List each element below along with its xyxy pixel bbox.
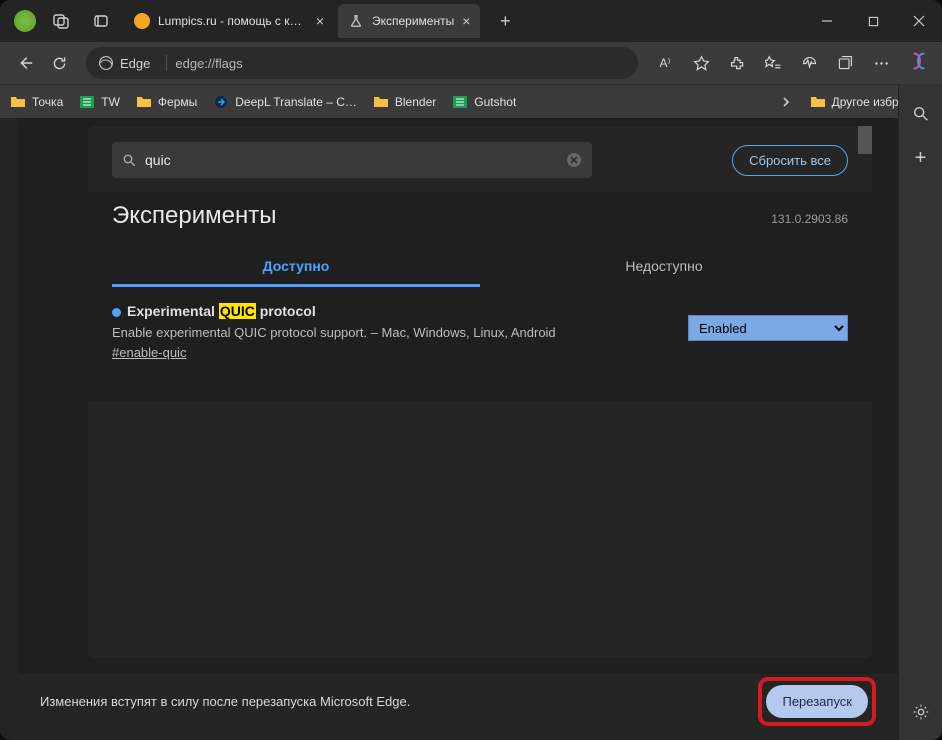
bookmark-item[interactable]: TW (79, 94, 120, 110)
titlebar: Lumpics.ru - помощь с компьюте × Экспери… (0, 0, 942, 42)
tab-label: Эксперименты (372, 14, 454, 28)
flag-description: Enable experimental QUIC protocol suppor… (112, 324, 668, 342)
clear-icon[interactable] (566, 152, 582, 168)
tab-lumpics[interactable]: Lumpics.ru - помощь с компьюте × (124, 4, 334, 38)
close-window-button[interactable] (896, 0, 942, 42)
edge-icon (98, 55, 114, 71)
restart-footer: Изменения вступят в силу после перезапус… (18, 674, 898, 728)
bookmark-item[interactable]: Фермы (136, 94, 197, 110)
window-controls (804, 0, 942, 42)
highlight: QUIC (219, 303, 256, 319)
tab-experiments[interactable]: Эксперименты × (338, 4, 480, 38)
close-icon[interactable]: × (462, 13, 470, 29)
address-brand: Edge (120, 56, 150, 71)
menu-button[interactable] (864, 46, 898, 80)
highlight-box: Перезапуск (758, 677, 876, 726)
page-content: Сбросить все Эксперименты 131.0.2903.86 … (18, 118, 898, 728)
bookmark-item[interactable]: DeepL Translate – C… (213, 94, 357, 110)
tab-actions-icon[interactable] (86, 6, 116, 36)
new-tab-button[interactable]: + (490, 6, 520, 36)
separator (166, 55, 167, 71)
search-box[interactable] (112, 142, 592, 178)
address-bar[interactable]: Edge edge://flags (86, 47, 638, 79)
search-icon (122, 153, 137, 168)
sidebar: + (898, 84, 942, 740)
page-title: Эксперименты (112, 202, 276, 230)
tab-unavailable[interactable]: Недоступно (480, 248, 848, 287)
tab-available[interactable]: Доступно (112, 248, 480, 287)
favorite-button[interactable] (684, 46, 718, 80)
profile-avatar[interactable] (14, 10, 36, 32)
modified-dot-icon (112, 308, 121, 317)
minimize-button[interactable] (804, 0, 850, 42)
read-aloud-button[interactable]: A⁾ (648, 46, 682, 80)
flags-panel: Сбросить все Эксперименты 131.0.2903.86 … (88, 126, 872, 658)
back-button[interactable] (8, 46, 42, 80)
version-label: 131.0.2903.86 (771, 212, 848, 226)
refresh-button[interactable] (42, 46, 76, 80)
bookmark-item[interactable]: Точка (10, 94, 63, 110)
lumpics-favicon (134, 13, 150, 29)
bookmark-item[interactable]: Blender (373, 94, 436, 110)
sidebar-add-icon[interactable]: + (907, 144, 935, 172)
sidebar-settings-icon[interactable] (907, 698, 935, 726)
flags-tabs: Доступно Недоступно (112, 248, 848, 287)
bookmark-item[interactable]: Gutshot (452, 94, 516, 110)
flask-icon (348, 13, 364, 29)
restart-button[interactable]: Перезапуск (766, 685, 868, 718)
reset-all-button[interactable]: Сбросить все (732, 145, 848, 176)
flag-row: Experimental QUIC protocol Enable experi… (112, 287, 848, 378)
flag-state-select[interactable]: Enabled (688, 315, 848, 341)
restart-message: Изменения вступят в силу после перезапус… (40, 694, 410, 709)
address-url: edge://flags (175, 56, 242, 71)
sidebar-search-icon[interactable] (907, 100, 935, 128)
copilot-button[interactable] (904, 46, 934, 76)
maximize-button[interactable] (850, 0, 896, 42)
scrollbar[interactable] (858, 126, 872, 154)
favorites-list-button[interactable] (756, 46, 790, 80)
search-input[interactable] (145, 152, 566, 168)
tab-strip: Lumpics.ru - помощь с компьюте × Экспери… (124, 0, 520, 42)
close-icon[interactable]: × (316, 13, 324, 29)
workspaces-icon[interactable] (46, 6, 76, 36)
collections-button[interactable] (828, 46, 862, 80)
flag-title: Experimental QUIC protocol (112, 303, 668, 319)
bookmarks-overflow[interactable] (774, 96, 798, 108)
extensions-button[interactable] (720, 46, 754, 80)
toolbar: Edge edge://flags A⁾ (0, 42, 942, 84)
flag-anchor-link[interactable]: #enable-quic (112, 345, 186, 360)
tab-label: Lumpics.ru - помощь с компьюте (158, 14, 308, 28)
performance-button[interactable] (792, 46, 826, 80)
bookmarks-bar: Точка TW Фермы DeepL Translate – C… Blen… (0, 84, 942, 118)
